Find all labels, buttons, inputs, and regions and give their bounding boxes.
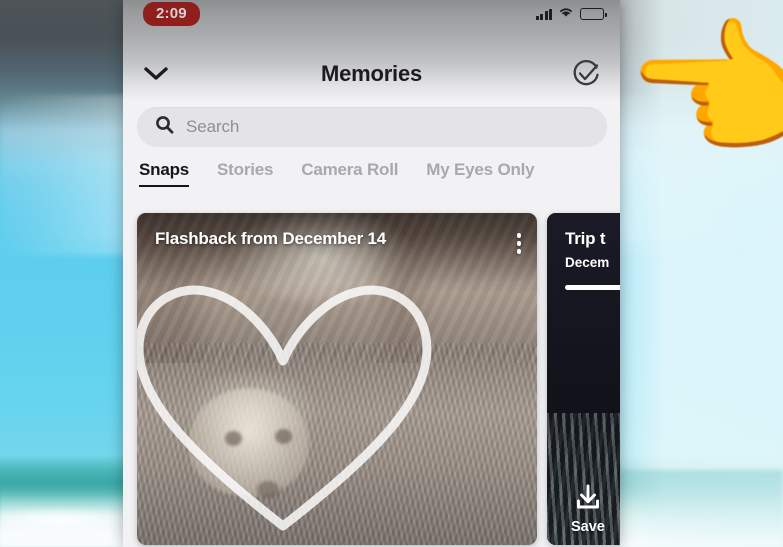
download-icon <box>573 482 603 517</box>
memories-tab-bar: Snaps Stories Camera Roll My Eyes Only <box>139 160 609 192</box>
status-bar: 2:09 <box>123 0 620 28</box>
dog-head-shape <box>189 388 309 496</box>
memories-app-panel: 2:09 Memories Search Snaps Stories Camer… <box>123 0 620 547</box>
memories-card-list: Flashback from December 14 Trip t Decem <box>123 213 620 547</box>
memory-card-progress-bar <box>565 285 620 290</box>
search-icon <box>155 115 174 139</box>
background-ocean-right <box>600 470 783 547</box>
dog-eye-right <box>275 429 292 444</box>
search-input[interactable]: Search <box>137 107 607 147</box>
dog-eye-left <box>225 431 242 446</box>
circle-check-icon[interactable] <box>570 58 602 90</box>
dog-nose <box>257 481 279 498</box>
save-button[interactable]: Save <box>571 482 605 535</box>
tab-snaps[interactable]: Snaps <box>139 160 189 187</box>
memory-card-subtitle: Decem <box>565 255 610 270</box>
tab-stories[interactable]: Stories <box>217 160 273 185</box>
tab-my-eyes-only[interactable]: My Eyes Only <box>426 160 534 185</box>
memory-card-title: Flashback from December 14 <box>155 229 387 248</box>
app-header: Memories <box>123 48 620 100</box>
tab-camera-roll[interactable]: Camera Roll <box>301 160 398 185</box>
page-title: Memories <box>320 61 423 86</box>
kebab-menu-icon[interactable] <box>516 233 521 254</box>
backhand-index-pointing-left-emoji: 👈 <box>624 6 783 174</box>
chevron-down-icon[interactable] <box>143 65 169 83</box>
battery-icon <box>580 8 607 20</box>
status-icon-group <box>535 5 607 23</box>
memory-card-trip[interactable]: Trip t Decem Save <box>547 213 620 545</box>
wifi-icon <box>558 5 574 23</box>
status-time-recording-pill: 2:09 <box>143 2 200 26</box>
search-placeholder: Search <box>186 117 240 136</box>
memory-card-flashback[interactable]: Flashback from December 14 <box>137 213 537 545</box>
screen-root: 👈 2:09 Memories Search Snaps Stories Cam… <box>0 0 783 547</box>
cellular-signal-icon <box>535 8 552 20</box>
memory-card-title: Trip t <box>565 229 606 248</box>
save-button-label: Save <box>571 519 605 535</box>
